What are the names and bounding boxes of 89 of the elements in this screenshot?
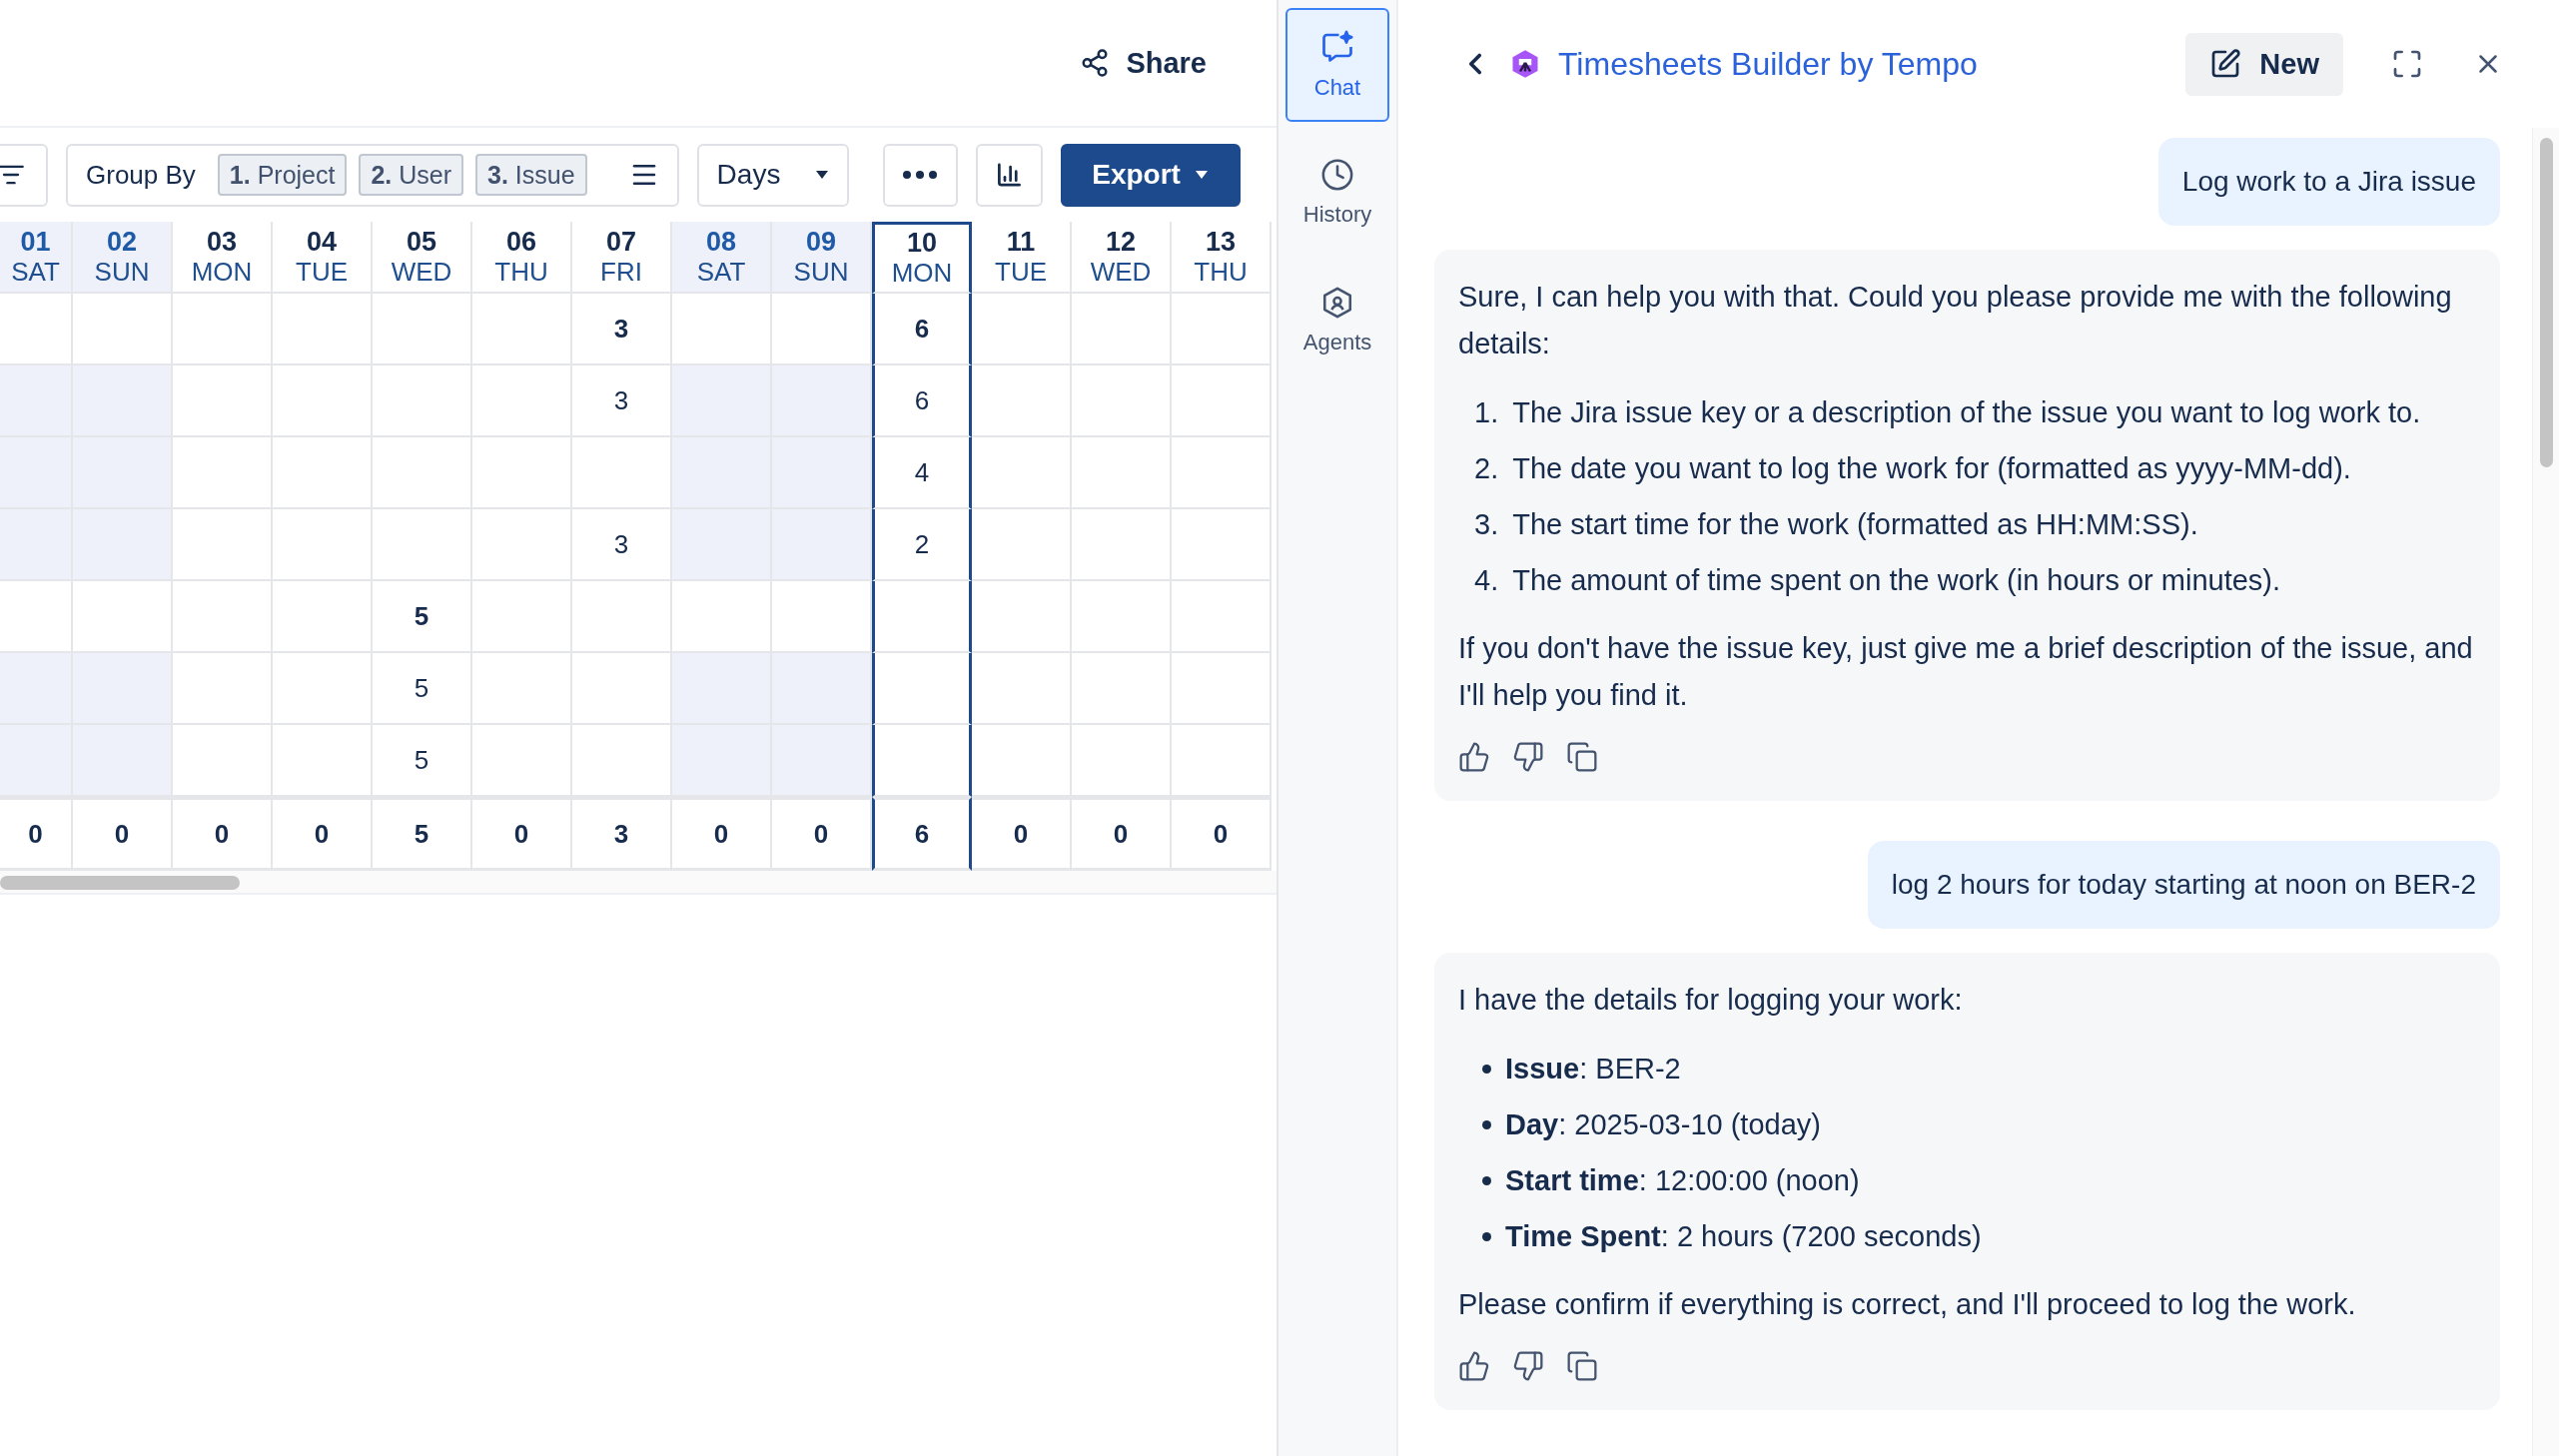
ellipsis-icon — [903, 171, 938, 179]
sidebar-tab[interactable]: History — [1285, 136, 1389, 250]
chart-button[interactable] — [975, 143, 1043, 207]
list-number: 4. — [1474, 563, 1499, 598]
copy-icon[interactable] — [1566, 1350, 1598, 1382]
day-header: 13 THU — [1172, 222, 1272, 294]
total-cell: 0 — [173, 797, 273, 871]
export-button[interactable]: Export — [1060, 143, 1241, 207]
total-cell: 0 — [672, 797, 772, 871]
total-cell: 0 — [0, 797, 73, 871]
total-cell: 0 — [472, 797, 572, 871]
bullet-icon — [1482, 1064, 1491, 1074]
user-message: log 2 hours for today starting at noon on BER-2 — [1867, 841, 2500, 929]
total-cell: 0 — [1072, 797, 1172, 871]
table-cell: 5 — [373, 653, 472, 725]
message-text: I have the details for logging your work: — [1458, 983, 1964, 1018]
total-cell: 0 — [772, 797, 872, 871]
day-header: 06 THU — [472, 222, 572, 294]
new-chat-button[interactable]: New — [2185, 32, 2343, 96]
hexagon-logo-icon — [1510, 49, 1540, 79]
day-header: 08 SAT — [672, 222, 772, 294]
day-header: 07 FRI — [572, 222, 672, 294]
table-cell: 2 — [872, 509, 972, 581]
day-header: 01 SAT — [0, 222, 73, 294]
list-item-text: The Jira issue key or a description of the issue you want to log work to. — [1512, 395, 2421, 430]
list-item-text: Day: 2025-03-10 (today) — [1505, 1107, 1821, 1142]
day-header: 04 TUE — [273, 222, 373, 294]
bullet-icon — [1482, 1175, 1491, 1185]
message-text: If you don't have the issue key, just give me a brief description of the issue, and I'll help you find it. — [1458, 631, 2474, 713]
day-header: 09 SUN — [772, 222, 872, 294]
day-header: 05 WED — [373, 222, 472, 294]
day-header: 12 WED — [1072, 222, 1172, 294]
list-number: 3. — [1474, 507, 1499, 542]
message-text: Sure, I can help you with that. Could you please provide me with the following details: — [1458, 280, 2453, 362]
thumbs-up-icon[interactable] — [1458, 741, 1490, 773]
scrollbar-thumb[interactable] — [0, 876, 240, 890]
copy-icon[interactable] — [1566, 741, 1598, 773]
table-cell: 5 — [373, 725, 472, 797]
bullet-icon — [1482, 1231, 1491, 1241]
scrollbar-thumb[interactable] — [2540, 138, 2553, 467]
clock-icon — [1320, 158, 1354, 192]
table-cell: 3 — [572, 509, 672, 581]
filter-button[interactable] — [0, 143, 48, 207]
day-header: 02 SUN — [73, 222, 173, 294]
day-header: 10 MON — [872, 222, 972, 294]
table-cell: 3 — [572, 294, 672, 365]
group-chip[interactable]: 1. Project — [217, 154, 348, 196]
sidebar-tab[interactable]: Chat — [1285, 8, 1389, 122]
table-cell: 4 — [872, 437, 972, 509]
list-item-text: Issue: BER-2 — [1505, 1052, 1681, 1087]
group-chip[interactable]: 2. User — [359, 154, 464, 196]
group-by-label: Group By — [86, 159, 196, 191]
list-item-text: Time Spent: 2 hours (7200 seconds) — [1505, 1219, 1982, 1254]
edit-icon — [2209, 48, 2242, 80]
total-cell: 0 — [273, 797, 373, 871]
total-cell: 3 — [572, 797, 672, 871]
group-chip[interactable]: 3. Issue — [475, 154, 587, 196]
total-cell: 5 — [373, 797, 472, 871]
day-header: 03 MON — [173, 222, 273, 294]
bullet-icon — [1482, 1119, 1491, 1129]
total-cell: 0 — [73, 797, 173, 871]
list-item-text: The date you want to log the work for (formatted as yyyy-MM-dd). — [1512, 451, 2351, 486]
message-text: Please confirm if everything is correct, and I'll proceed to log the work. — [1458, 1287, 2357, 1322]
chat-sparkle-icon — [1319, 29, 1355, 65]
list-item-text: The start time for the work (formatted as HH:MM:SS). — [1512, 507, 2198, 542]
hexagon-icon — [1320, 286, 1354, 320]
caret-icon — [1194, 170, 1209, 180]
more-button[interactable] — [882, 143, 958, 207]
table-cell: 3 — [572, 365, 672, 437]
day-header: 11 TUE — [972, 222, 1072, 294]
thumbs-up-icon[interactable] — [1458, 1350, 1490, 1382]
table-cell: 6 — [872, 294, 972, 365]
sidebar-tab[interactable]: Agents — [1285, 264, 1389, 377]
share-button[interactable]: Share — [1070, 36, 1217, 90]
thumbs-down-icon[interactable] — [1512, 741, 1544, 773]
table-cell: 5 — [373, 581, 472, 653]
caret-icon — [814, 170, 829, 180]
total-cell: 0 — [1172, 797, 1272, 871]
chat-title: Timesheets Builder by Tempo — [1558, 45, 1979, 83]
period-dropdown[interactable]: Days — [696, 143, 849, 207]
total-cell: 6 — [872, 797, 972, 871]
list-item-text: The amount of time spent on the work (in hours or minutes). — [1512, 563, 2281, 598]
list-number: 2. — [1474, 451, 1499, 486]
user-message: Log work to a Jira issue — [2157, 138, 2500, 226]
table-cell: 6 — [872, 365, 972, 437]
thumbs-down-icon[interactable] — [1512, 1350, 1544, 1382]
list-item-text: Start time: 12:00:00 (noon) — [1505, 1163, 1860, 1198]
total-cell: 0 — [972, 797, 1072, 871]
list-number: 1. — [1474, 395, 1499, 430]
